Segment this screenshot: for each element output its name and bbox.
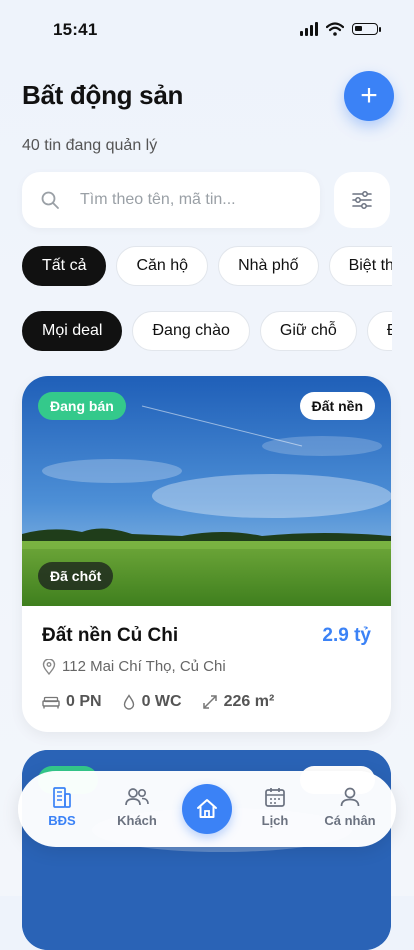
deal-chip-all[interactable]: Mọi deal — [22, 311, 123, 351]
bottom-nav: BĐS Khách Lịch Cá nhân — [18, 771, 396, 847]
calendar-icon — [265, 788, 285, 807]
listing-address: 112 Mai Chí Thọ, Củ Chi — [42, 658, 226, 675]
battery-icon — [352, 23, 381, 35]
nav-item-profile[interactable]: Cá nhân — [320, 785, 380, 828]
location-pin-icon — [42, 658, 56, 675]
bedroom-count: 0 PN — [66, 693, 102, 710]
sliders-icon — [352, 191, 372, 209]
listing-count: 40 tin đang quản lý — [22, 137, 158, 154]
nav-item-calendar[interactable]: Lịch — [245, 785, 305, 828]
filter-button[interactable] — [334, 172, 390, 228]
area-spec: 226 m² — [202, 693, 275, 711]
status-badge: Đang bán — [38, 392, 126, 420]
nav-label-calendar: Lịch — [261, 813, 289, 828]
search-input[interactable]: Tìm theo tên, mã tin... — [22, 172, 320, 228]
listing-address-text: 112 Mai Chí Thọ, Củ Chi — [62, 658, 226, 675]
bathroom-spec: 0 WC — [122, 693, 182, 711]
type-chip-townhouse[interactable]: Nhà phố — [218, 246, 319, 286]
add-listing-button[interactable]: + — [344, 71, 394, 121]
bathroom-count: 0 WC — [141, 693, 182, 710]
nav-item-bds[interactable]: BĐS — [32, 785, 92, 828]
status-icons — [300, 22, 381, 36]
type-badge: Đất nền — [299, 392, 375, 420]
search-placeholder: Tìm theo tên, mã tin... — [80, 191, 236, 208]
users-icon — [125, 788, 149, 806]
bed-icon — [42, 696, 60, 709]
listing-name: Đất nền Củ Chi — [42, 625, 179, 646]
deal-badge: Đã chốt — [38, 562, 114, 590]
wifi-icon — [326, 22, 344, 36]
search-icon — [41, 191, 59, 209]
deal-chip-reserved[interactable]: Giữ chỗ — [259, 311, 357, 351]
nav-item-customers[interactable]: Khách — [107, 785, 167, 828]
water-drop-icon — [123, 694, 134, 710]
home-icon — [197, 799, 217, 818]
deal-chip-offering[interactable]: Đang chào — [132, 311, 250, 351]
type-chip-villa[interactable]: Biệt thự — [328, 246, 392, 286]
deal-filter-row: Mọi deal Đang chào Giữ chỗ Đã chốt — [0, 309, 392, 353]
type-chip-apartment[interactable]: Căn hộ — [116, 246, 209, 286]
status-time: 15:41 — [53, 20, 98, 39]
nav-label-bds: BĐS — [48, 813, 76, 828]
user-icon — [340, 787, 360, 807]
listing-card[interactable]: Đang bán Đất nền Đã chốt Đất nền Củ Chi … — [22, 376, 391, 732]
status-bar: 15:41 — [0, 0, 414, 60]
page-title: Bất động sản — [22, 80, 184, 110]
type-chip-all[interactable]: Tất cả — [22, 246, 107, 286]
deal-chip-closed[interactable]: Đã chốt — [366, 311, 392, 351]
expand-arrows-icon — [202, 695, 217, 709]
nav-label-profile: Cá nhân — [324, 813, 376, 828]
listing-specs: 0 PN 0 WC 226 m² — [42, 693, 274, 711]
bedroom-spec: 0 PN — [42, 693, 102, 711]
signal-icon — [300, 22, 318, 36]
building-icon — [53, 787, 71, 808]
listing-price: 2.9 tỷ — [322, 625, 371, 646]
home-button[interactable] — [182, 784, 232, 834]
type-filter-row: Tất cả Căn hộ Nhà phố Biệt thự — [0, 244, 392, 288]
area-value: 226 m² — [223, 693, 275, 710]
nav-label-customers: Khách — [117, 813, 157, 828]
